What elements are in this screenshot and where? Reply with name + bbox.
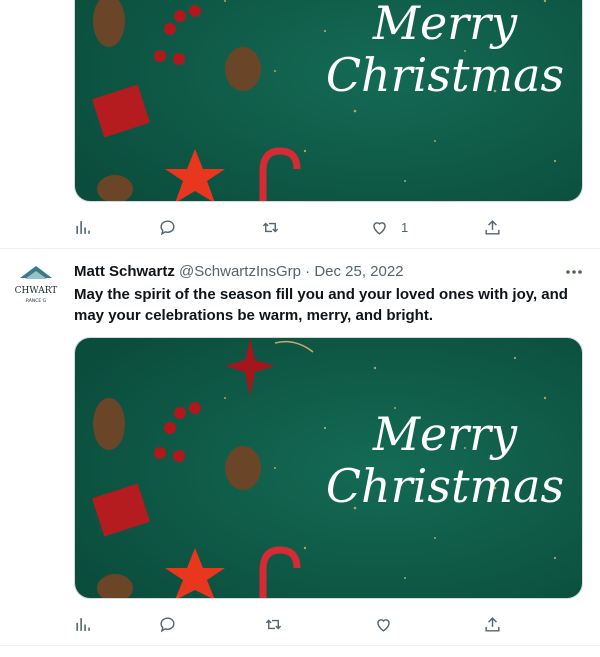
retweet-button[interactable] — [261, 212, 280, 242]
speech-bubble-icon — [160, 219, 175, 235]
retweet-button[interactable] — [264, 609, 283, 639]
image-text-merry: Merry — [372, 407, 518, 461]
retweet-arrows-icon — [265, 619, 282, 629]
reply-button[interactable] — [158, 212, 177, 242]
ellipsis-icon — [566, 270, 582, 274]
share-button[interactable] — [483, 212, 502, 242]
tweet-1-actions: 1 — [74, 212, 504, 242]
upload-arrow-icon — [485, 219, 500, 235]
upload-arrow-icon — [485, 616, 500, 632]
avatar-text-line1: CHWART — [15, 286, 58, 296]
christmas-image[interactable]: Merry Christmas — [74, 337, 583, 599]
tweet-divider — [0, 248, 600, 249]
like-count: 1 — [401, 219, 409, 235]
analytics-button[interactable] — [74, 212, 93, 242]
speech-bubble-icon — [160, 616, 175, 632]
author-name[interactable]: Matt Schwartz — [74, 263, 175, 280]
share-button[interactable] — [483, 609, 502, 639]
tweet-2-actions — [74, 609, 504, 639]
tweet-header: Matt Schwartz @SchwartzInsGrp · Dec 25, … — [74, 262, 404, 282]
like-button[interactable] — [374, 609, 393, 639]
avatar[interactable]: CHWART RANCE G — [12, 262, 60, 310]
christmas-image[interactable]: Merry Christmas — [74, 0, 583, 202]
avatar-text-line2: RANCE G — [26, 298, 47, 304]
image-text-merry: Merry — [372, 0, 518, 50]
image-text-christmas: Christmas — [326, 48, 564, 102]
bar-chart-icon — [76, 220, 90, 234]
like-button[interactable]: 1 — [370, 212, 408, 242]
analytics-button[interactable] — [74, 609, 93, 639]
reply-button[interactable] — [158, 609, 177, 639]
heart-icon — [377, 618, 390, 632]
tweet-date[interactable]: Dec 25, 2022 — [314, 263, 403, 280]
more-options-button[interactable] — [564, 262, 584, 282]
separator-dot: · — [305, 263, 311, 280]
bar-chart-icon — [76, 617, 90, 631]
image-text-christmas: Christmas — [326, 459, 564, 513]
tweet-divider — [0, 645, 600, 646]
tweet-text: May the spirit of the season fill you an… — [74, 286, 568, 324]
heart-icon — [373, 221, 386, 235]
retweet-arrows-icon — [262, 222, 279, 232]
author-handle[interactable]: @SchwartzInsGrp — [179, 263, 301, 280]
